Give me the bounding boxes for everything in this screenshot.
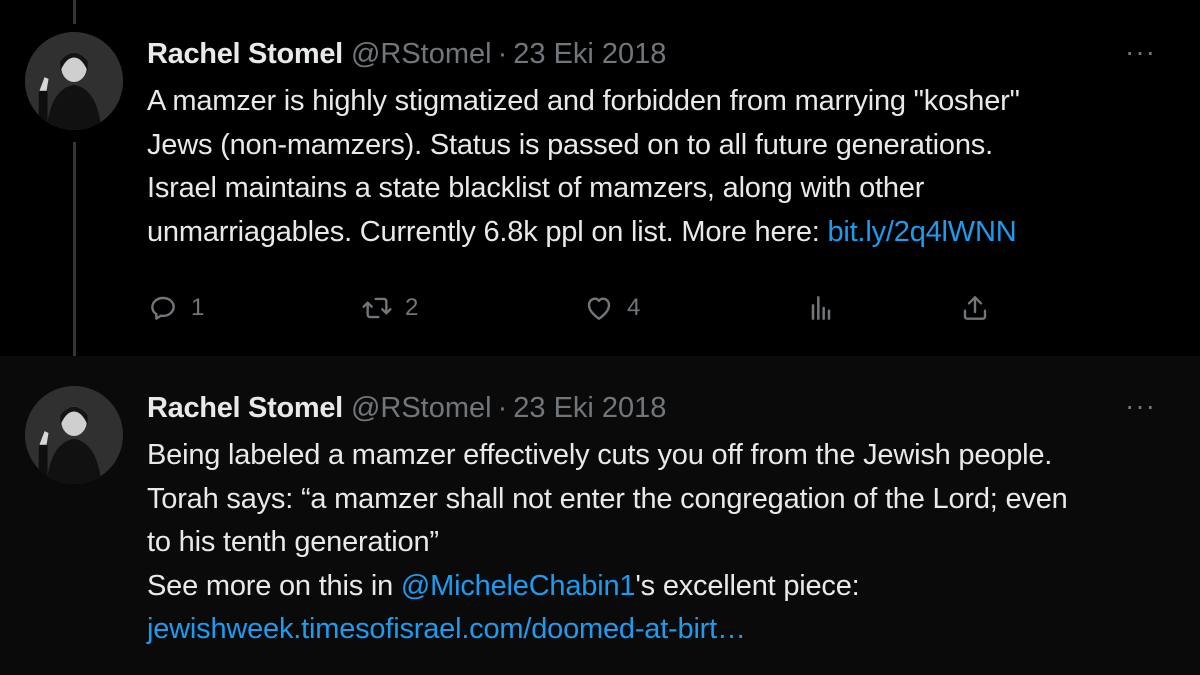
tweet-thread: Rachel Stomel @RStomel · 23 Eki 2018 ···… (0, 0, 1200, 675)
tweet[interactable]: Rachel Stomel @RStomel · 23 Eki 2018 ···… (0, 0, 1200, 356)
author-name[interactable]: Rachel Stomel (147, 36, 343, 72)
tweet-text-line: A mamzer is highly stigmatized and forbi… (147, 85, 1020, 117)
tweet-header: Rachel Stomel @RStomel · 23 Eki 2018 (147, 36, 666, 72)
tweet-text: Being labeled a mamzer effectively cuts … (147, 434, 1167, 652)
views-button[interactable] (805, 292, 837, 324)
profile-photo (25, 32, 123, 130)
share-icon (963, 296, 987, 320)
tweet-text-segment: unmarriagables. Currently 6.8k ppl on li… (147, 215, 828, 248)
reply-button[interactable]: 1 (147, 292, 204, 324)
tweet-actions: 1 2 4 (147, 292, 1007, 332)
retweet-button[interactable]: 2 (361, 292, 418, 324)
like-count: 4 (627, 294, 641, 321)
mention-link[interactable]: @MicheleChabin1 (401, 570, 636, 602)
analytics-icon (811, 296, 831, 320)
tweet-text-line: unmarriagables. Currently 6.8k ppl on li… (147, 211, 1167, 255)
author-handle[interactable]: @RStomel (351, 36, 492, 72)
separator-dot: · (497, 392, 508, 424)
share-button[interactable] (959, 292, 991, 324)
article-link[interactable]: jewishweek.timesofisrael.com/doomed-at-b… (147, 608, 1167, 652)
tweet-text-segment: 's excellent piece: (635, 569, 860, 602)
author-name[interactable]: Rachel Stomel (147, 390, 343, 426)
reply-icon (151, 296, 175, 320)
tweet-text-line: See more on this in @MicheleChabin1's ex… (147, 565, 1167, 609)
separator-dot: · (497, 38, 508, 70)
tweet-text-line: to his tenth generation” (147, 526, 439, 558)
more-horizontal-icon[interactable]: ··· (1125, 392, 1156, 420)
more-horizontal-icon[interactable]: ··· (1125, 38, 1156, 66)
short-link[interactable]: bit.ly/2q4lWNN (827, 216, 1016, 248)
avatar[interactable] (25, 386, 123, 484)
tweet-text-line: Torah says: “a mamzer shall not enter th… (147, 482, 1068, 515)
avatar[interactable] (25, 32, 123, 130)
tweet-text-line: Jews (non-mamzers). Status is passed on … (147, 128, 993, 161)
thread-connector-line (73, 0, 76, 24)
reply-count: 1 (191, 294, 205, 321)
tweet-date[interactable]: 23 Eki 2018 (513, 36, 666, 72)
tweet-header: Rachel Stomel @RStomel · 23 Eki 2018 (147, 390, 666, 426)
profile-photo (25, 386, 123, 484)
like-button[interactable]: 4 (583, 292, 640, 324)
tweet[interactable]: Rachel Stomel @RStomel · 23 Eki 2018 ···… (0, 356, 1200, 675)
tweet-text-line: Israel maintains a state blacklist of ma… (147, 172, 925, 204)
author-handle[interactable]: @RStomel (351, 390, 492, 426)
retweet-count: 2 (405, 294, 419, 321)
tweet-text: A mamzer is highly stigmatized and forbi… (147, 80, 1167, 254)
retweet-icon (362, 297, 392, 319)
tweet-text-segment: See more on this in (147, 569, 401, 602)
heart-icon (587, 297, 611, 320)
tweet-text-line: Being labeled a mamzer effectively cuts … (147, 439, 1053, 471)
tweet-date[interactable]: 23 Eki 2018 (513, 390, 666, 426)
thread-connector-line (73, 142, 76, 368)
